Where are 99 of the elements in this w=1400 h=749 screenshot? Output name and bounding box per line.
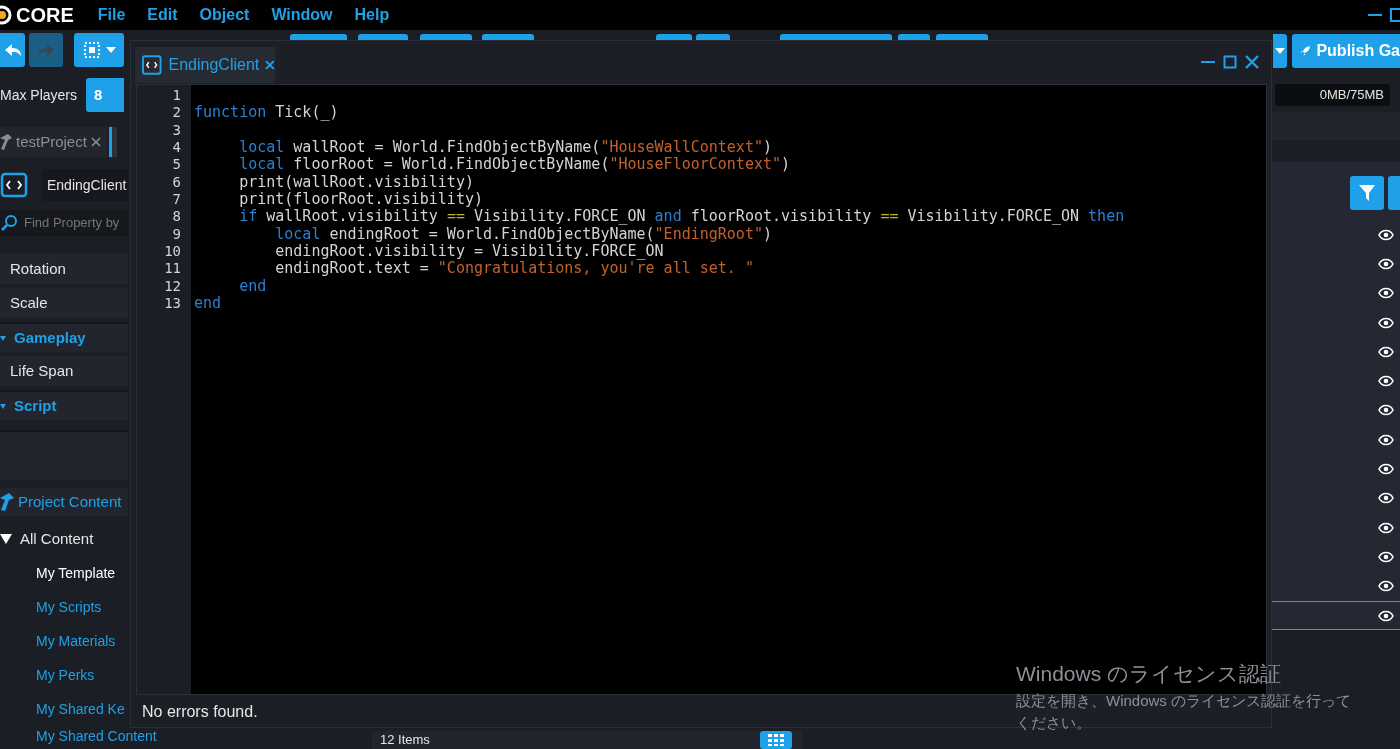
line-number: 12: [163, 277, 182, 295]
menu-item[interactable]: Help: [354, 3, 390, 27]
caret-icon: [1275, 48, 1285, 54]
code-line: local wallRoot = World.FindObjectByName("HouseWallContext"): [238, 139, 773, 157]
toolbar-button[interactable]: [898, 34, 930, 40]
maximize-icon: [1223, 55, 1237, 69]
eye-icon: [1378, 345, 1394, 358]
maximize-icon: [1390, 8, 1400, 22]
line-number: 2: [171, 104, 182, 122]
toolbar-button[interactable]: [696, 34, 730, 40]
notice-message: 設定を開き、Windows のライセンス認証を行ってください。: [1016, 690, 1353, 733]
code-line: end: [238, 277, 268, 295]
code-line: endingRoot.visibility = Visibility.FORCE_ON: [274, 242, 664, 261]
dropdown-button[interactable]: [1273, 34, 1287, 68]
eye-icon: [1378, 433, 1394, 446]
minimize-icon: [1368, 14, 1382, 16]
redo-button[interactable]: [29, 33, 63, 67]
tree-item[interactable]: All Content: [0, 522, 128, 556]
code-line: print(wallRoot.visibility): [238, 173, 475, 191]
line-number: 5: [171, 156, 182, 174]
code-line: local endingRoot = World.FindObjectByName("EndingRoot"): [274, 225, 773, 243]
eye-icon: [1378, 521, 1394, 534]
line-number: 1: [171, 87, 182, 105]
expanded-icon: [0, 534, 12, 544]
eye-icon: [1378, 316, 1394, 329]
tree-item[interactable]: My Perks: [0, 658, 95, 692]
editor-tab[interactable]: EndingClient: [135, 47, 275, 83]
caret-icon: [0, 403, 6, 409]
tree-item[interactable]: My Materials: [0, 624, 116, 658]
status-message: No errors found.: [141, 702, 258, 722]
section-header[interactable]: Script: [0, 390, 128, 420]
line-number: 7: [171, 190, 182, 209]
code-line: endingRoot.text = "Congratulations, you're all set. ": [274, 260, 755, 278]
menu-item[interactable]: Object: [199, 3, 250, 27]
menu-item[interactable]: File: [97, 3, 126, 27]
tree-item[interactable]: My Shared Content: [0, 726, 157, 744]
script-icon: [0, 171, 28, 199]
eye-icon: [1378, 375, 1394, 388]
code-line: if wallRoot.visibility == Visibility.FORCE_ON and floorRoot.visibility == Visibility.FORCE_ON then: [238, 208, 1126, 226]
eye-icon: [1378, 228, 1394, 241]
hammer-icon: [0, 493, 14, 511]
code-line: local floorRoot = World.FindObjectByName("HouseFloorContext"): [238, 156, 792, 174]
line-number: 11: [163, 260, 182, 278]
filter-button[interactable]: [1350, 176, 1384, 210]
filter-icon: [1358, 183, 1376, 203]
grid-view-button[interactable]: [760, 731, 792, 749]
line-number: 6: [171, 173, 182, 191]
hierarchy-row[interactable]: [1272, 600, 1400, 631]
selection-icon: [82, 41, 101, 59]
eye-icon: [1378, 287, 1394, 300]
selection-mode-button[interactable]: [74, 33, 124, 67]
hammer-icon: [0, 134, 12, 150]
undo-button[interactable]: [0, 33, 25, 67]
project-tab[interactable]: testProject: [0, 127, 107, 157]
tree-item[interactable]: My Scripts: [0, 590, 102, 624]
code-line: end: [194, 294, 223, 313]
field-label: Max Players: [0, 85, 78, 105]
search-field[interactable]: Find Property by: [0, 210, 128, 236]
property-label: Life Span: [0, 356, 128, 386]
tree-item[interactable]: My Template: [0, 556, 116, 590]
panel-header: Project Content: [0, 488, 128, 516]
code-line: function Tick(_): [194, 104, 340, 122]
memory-field: 0MB/75MB: [1275, 84, 1390, 106]
line-number: 13: [163, 294, 182, 313]
eye-icon: [1378, 609, 1394, 622]
tree-item[interactable]: My Shared Ke: [0, 692, 125, 726]
search-icon: [0, 214, 18, 232]
menu-item[interactable]: Window: [271, 3, 333, 27]
caret-icon: [0, 335, 6, 341]
line-number: 10: [163, 242, 182, 261]
redo-icon: [36, 42, 56, 58]
eye-icon: [1378, 463, 1394, 475]
line-number: 4: [171, 139, 182, 157]
item-count: 12 Items: [380, 731, 430, 749]
line-number: 3: [171, 121, 182, 139]
code-line: print(floorRoot.visibility): [238, 190, 484, 209]
section-header[interactable]: Gameplay: [0, 322, 128, 352]
name-field[interactable]: EndingClient: [42, 169, 128, 201]
close-icon: [265, 60, 275, 70]
eye-icon: [1378, 550, 1394, 563]
toolbar-button[interactable]: [656, 34, 692, 40]
app-logo: CORE: [16, 3, 74, 28]
property-label: Rotation: [0, 254, 128, 284]
eye-icon: [1378, 257, 1394, 270]
close-icon: [1245, 55, 1259, 69]
close-icon: [90, 137, 101, 147]
caret-icon: [105, 47, 116, 53]
project-tab[interactable]: [108, 127, 117, 157]
minimize-icon: [1201, 61, 1215, 63]
line-number: 9: [171, 225, 182, 243]
line-number: 8: [171, 208, 182, 226]
property-label: Scale: [0, 288, 128, 318]
notice-title: Windows のライセンス認証: [1016, 661, 1283, 687]
eye-icon: [1378, 492, 1394, 505]
menu-item[interactable]: Edit: [147, 3, 178, 27]
eye-icon: [1378, 404, 1394, 417]
grid-icon: [768, 734, 784, 746]
eye-icon: [1378, 580, 1394, 593]
script-icon: [141, 54, 163, 76]
